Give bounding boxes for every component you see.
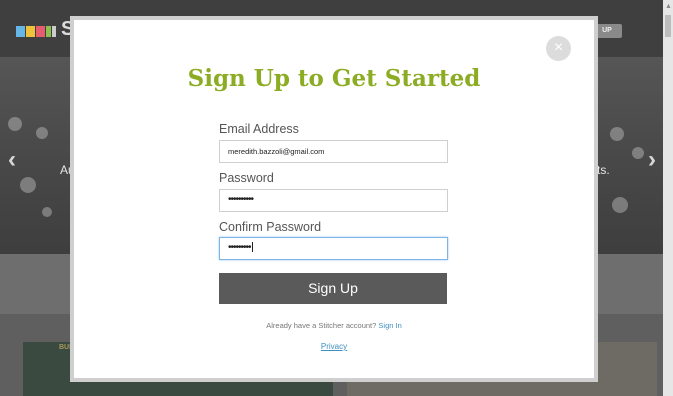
password-field[interactable]: •••••••••• [219, 189, 448, 212]
sign-in-link[interactable]: Sign In [378, 321, 401, 330]
carousel-next-icon[interactable]: › [648, 148, 656, 172]
stitcher-logo-icon[interactable] [16, 24, 57, 38]
privacy-link[interactable]: Privacy [74, 342, 594, 351]
show-card-tag: BUN [59, 344, 75, 351]
confirm-password-label: Confirm Password [219, 220, 322, 234]
logo-text: S [61, 18, 75, 40]
sign-up-button[interactable]: Sign Up [219, 273, 447, 304]
already-have-account: Already have a Stitcher account? Sign In [74, 321, 594, 330]
confirm-password-field[interactable]: ••••••••• [219, 237, 448, 260]
password-label: Password [219, 171, 274, 185]
signup-modal: × Sign Up to Get Started Email Address m… [74, 20, 594, 378]
modal-title: Sign Up to Get Started [187, 65, 481, 92]
text-caret [251, 242, 253, 253]
hero-caption-right: ts. [597, 163, 610, 177]
already-text: Already have a Stitcher account? [266, 321, 377, 330]
hero-caption-left: Au [60, 163, 75, 177]
password-value: •••••••••• [228, 194, 254, 205]
header-signup-button[interactable]: UP [592, 24, 622, 38]
confirm-password-value: ••••••••• [228, 242, 251, 253]
close-icon[interactable]: × [546, 36, 571, 61]
scroll-up-icon[interactable]: ▲ [665, 3, 672, 11]
page-scrollbar[interactable]: ▲ [663, 0, 673, 396]
email-field[interactable]: meredith.bazzoli@gmail.com [219, 140, 448, 163]
email-label: Email Address [219, 122, 299, 136]
scrollbar-thumb[interactable] [665, 15, 671, 37]
carousel-prev-icon[interactable]: ‹ [8, 148, 16, 172]
